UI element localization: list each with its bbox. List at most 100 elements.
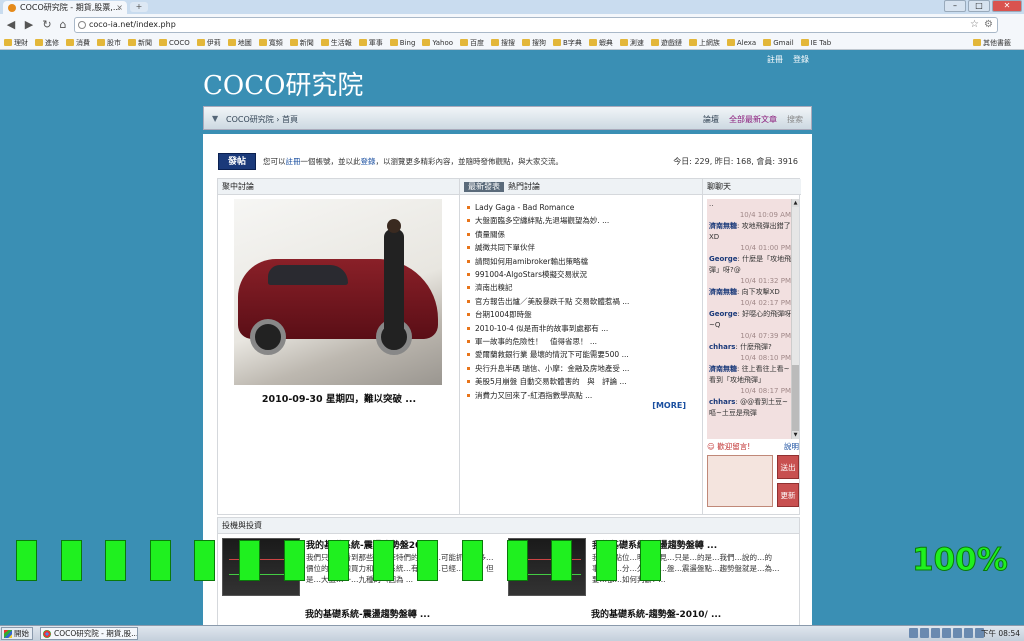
tab-hot[interactable]: 熱門討論 bbox=[508, 182, 540, 192]
home-icon[interactable]: ⌂ bbox=[56, 18, 70, 32]
bookmark-item[interactable]: 遊戲鏈 bbox=[650, 38, 682, 48]
bookmark-item[interactable]: 軍事 bbox=[358, 38, 383, 48]
taskbar-chrome-item[interactable]: COCO研究院 - 期貨,股... bbox=[40, 627, 138, 640]
bookmark-item[interactable]: Yahoo bbox=[422, 39, 453, 47]
chat-send-button[interactable]: 送出 bbox=[777, 455, 799, 479]
bookmark-item[interactable]: 搜狗 bbox=[522, 38, 546, 48]
featured-image[interactable] bbox=[234, 199, 442, 385]
list-item[interactable]: 台期1004即時盤 bbox=[466, 308, 698, 321]
nav-all-new[interactable]: 全部最新文章 bbox=[729, 114, 777, 125]
list-item[interactable]: 2010-10-4 似是而非的故事到處都有 ... bbox=[466, 322, 698, 335]
bookmark-item[interactable]: 進修 bbox=[35, 38, 59, 48]
bookmark-label: COCO bbox=[169, 38, 190, 47]
maximize-icon[interactable]: □ bbox=[968, 0, 990, 12]
login-link[interactable]: 登錄 bbox=[793, 54, 809, 65]
scroll-up-icon[interactable]: ▲ bbox=[792, 199, 799, 207]
post-button[interactable]: 發帖 bbox=[218, 153, 256, 170]
reload-icon[interactable]: ↻ bbox=[40, 18, 54, 32]
tray-icon[interactable] bbox=[909, 628, 918, 638]
favicon-icon bbox=[8, 4, 16, 12]
site-logo[interactable]: COCO研究院 bbox=[203, 65, 363, 102]
scroll-down-icon[interactable]: ▼ bbox=[792, 431, 799, 439]
nav-forum[interactable]: 論壇 bbox=[703, 114, 719, 125]
nav-search[interactable]: 搜索 bbox=[787, 114, 803, 125]
bookmark-item[interactable]: 生活報 bbox=[320, 38, 352, 48]
list-item[interactable]: 美股5月崩盤 自動交易軟體害的 與 評論 ... bbox=[466, 375, 698, 388]
address-bar[interactable]: coco-ia.net/index.php ☆ ⚙ bbox=[74, 17, 998, 33]
chat-author[interactable]: George bbox=[709, 255, 738, 263]
bookmark-item[interactable]: Bing bbox=[389, 39, 415, 47]
tray-icon[interactable] bbox=[953, 628, 962, 638]
tab-new-posts[interactable]: 最新發表 bbox=[464, 182, 504, 192]
bookmark-item[interactable]: Alexa bbox=[726, 39, 756, 47]
bookmark-item[interactable]: 新聞 bbox=[289, 38, 314, 48]
close-window-icon[interactable]: ✕ bbox=[992, 0, 1022, 12]
chat-author[interactable]: George bbox=[709, 310, 738, 318]
bookmark-item[interactable]: Gmail bbox=[763, 39, 794, 47]
register-link[interactable]: 註冊 bbox=[767, 54, 783, 65]
bookmark-item[interactable]: IE Tab bbox=[800, 39, 831, 47]
bookmark-item[interactable]: 其他書籤 bbox=[973, 38, 1011, 48]
chat-author[interactable]: chhars bbox=[709, 343, 735, 351]
bookmark-item[interactable]: 蝦典 bbox=[588, 38, 613, 48]
chat-author[interactable]: chhars bbox=[709, 398, 735, 406]
list-item[interactable]: 大盤面臨多空纏絆點,先退場觀望為妙. ... bbox=[466, 214, 698, 227]
tray-icon[interactable] bbox=[931, 628, 940, 638]
bookmark-item[interactable]: B字典 bbox=[553, 38, 582, 48]
forward-icon[interactable]: ▶ bbox=[22, 18, 36, 32]
bookmark-item[interactable]: 上網族 bbox=[688, 38, 720, 48]
list-item[interactable]: 軍一故事的危險性！ 值得省思！ ... bbox=[466, 335, 698, 348]
list-item[interactable]: 愛爾蘭救銀行業 最壞的情況下可能需要500 ... bbox=[466, 348, 698, 361]
bookmark-item[interactable]: 理財 bbox=[4, 38, 28, 48]
article-title[interactable]: 我的基礎系統-趨勢盤-2010/ ... bbox=[591, 607, 721, 620]
bookmark-label: 上網族 bbox=[698, 38, 720, 47]
tray-icon[interactable] bbox=[942, 628, 951, 638]
chat-refresh-button[interactable]: 更新 bbox=[777, 483, 799, 507]
breadcrumb[interactable]: COCO研究院 › 首頁 bbox=[226, 114, 298, 125]
tray-icon[interactable] bbox=[964, 628, 973, 638]
chat-author[interactable]: 濟南無糖 bbox=[709, 365, 737, 373]
bookmark-item[interactable]: COCO bbox=[159, 39, 190, 47]
list-item[interactable]: 央行升息半碼 瑞信、小摩：金融及房地產受 ... bbox=[466, 362, 698, 375]
chat-scrollbar[interactable]: ▲ ▼ bbox=[791, 199, 799, 439]
list-item[interactable]: 濟南出糗記 bbox=[466, 281, 698, 294]
bookmark-item[interactable]: 伊莉 bbox=[196, 38, 221, 48]
list-item[interactable]: 991004-AlgoStars模擬交易狀況 bbox=[466, 268, 698, 281]
list-item[interactable]: Lady Gaga - Bad Romance bbox=[466, 201, 698, 214]
welcome-login-link[interactable]: 登錄 bbox=[361, 157, 376, 166]
bookmark-star-icon[interactable]: ☆ bbox=[970, 18, 979, 32]
bookmark-item[interactable]: 股市 bbox=[97, 38, 121, 48]
chat-messages: .. 10/4 10:09 AM 濟南無糖: 攻地飛彈出錯了XD 10/4 01:00… bbox=[707, 199, 793, 439]
start-button[interactable]: 開始 bbox=[1, 627, 33, 640]
bookmark-item[interactable]: 測速 bbox=[619, 38, 644, 48]
new-tab-button[interactable]: + bbox=[130, 2, 148, 12]
folder-icon bbox=[522, 39, 531, 46]
featured-caption[interactable]: 2010-09-30 星期四，難以突破 ... bbox=[218, 391, 460, 405]
chat-author[interactable]: 濟南無糖 bbox=[709, 288, 737, 296]
chat-help-link[interactable]: 說明 bbox=[784, 441, 799, 452]
folder-icon bbox=[619, 39, 628, 46]
more-link[interactable]: [MORE] bbox=[652, 401, 686, 410]
list-item[interactable]: 誠徵共同下單伙伴 bbox=[466, 241, 698, 254]
wrench-icon[interactable]: ⚙ bbox=[984, 18, 993, 32]
close-tab-icon[interactable]: × bbox=[116, 1, 123, 14]
list-item[interactable]: 請問如何用amibroker輸出策略檔 bbox=[466, 255, 698, 268]
bookmark-item[interactable]: 寬頻 bbox=[258, 38, 283, 48]
bookmark-item[interactable]: 搜搜 bbox=[491, 38, 515, 48]
bookmark-item[interactable]: 消費 bbox=[66, 38, 90, 48]
list-item[interactable]: 債量關係 bbox=[466, 228, 698, 241]
back-icon[interactable]: ◀ bbox=[4, 18, 18, 32]
welcome-register-link[interactable]: 註冊 bbox=[286, 157, 301, 166]
minimize-icon[interactable]: – bbox=[944, 0, 966, 12]
chat-input[interactable] bbox=[707, 455, 773, 507]
bookmark-item[interactable]: 新聞 bbox=[128, 38, 152, 48]
progress-segment bbox=[417, 540, 439, 581]
bookmark-item[interactable]: 地圖 bbox=[227, 38, 252, 48]
browser-tab[interactable]: COCO研究院 - 期貨,股票,... × bbox=[3, 1, 127, 14]
home-arrow-icon[interactable]: ▼ bbox=[212, 114, 218, 123]
bookmark-item[interactable]: 百度 bbox=[460, 38, 484, 48]
list-item[interactable]: 官方報告出爐／美股暴跌千點 交易軟體惹禍 ... bbox=[466, 295, 698, 308]
article-title[interactable]: 我的基礎系統-震盪趨勢盤轉 ... bbox=[305, 607, 430, 620]
tray-icon[interactable] bbox=[920, 628, 929, 638]
chat-author[interactable]: 濟南無糖 bbox=[709, 222, 737, 230]
